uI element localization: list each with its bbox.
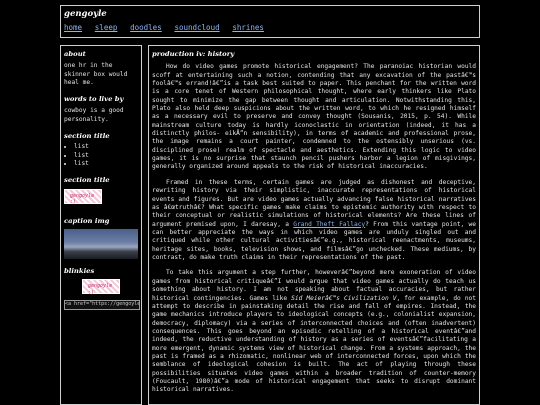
badge-label: gengoyle :) bbox=[70, 192, 95, 206]
section-heading-2: section title bbox=[64, 176, 110, 185]
caption-heading: caption img bbox=[64, 216, 110, 225]
nav-link-home[interactable]: home bbox=[64, 23, 82, 32]
paragraph-2: Framed in these terms, certain games are… bbox=[152, 179, 476, 263]
list-item: list bbox=[74, 152, 138, 160]
words-text: cowboy is a good personality. bbox=[64, 107, 124, 123]
about-heading: about bbox=[64, 50, 86, 58]
paragraph-1: How do video games promote historical en… bbox=[152, 63, 476, 171]
paragraph-3: To take this argument a step further, ho… bbox=[152, 269, 476, 394]
section-heading-1: section title bbox=[64, 132, 110, 141]
sidebar: about one hr in the skinner box would he… bbox=[60, 45, 142, 405]
game-title-italic: Sid Meierâ€™s Civilization V bbox=[291, 294, 397, 302]
nav-link-doodles[interactable]: doodles bbox=[130, 23, 162, 32]
site-title: gengoyle bbox=[64, 9, 107, 19]
main-content: production iv: history How do video game… bbox=[148, 45, 480, 405]
sidebar-list: list list list bbox=[64, 143, 138, 168]
list-item: list bbox=[74, 143, 138, 151]
site-badge[interactable]: gengoyle :) bbox=[64, 188, 102, 206]
post-title: production iv: history bbox=[152, 50, 235, 58]
list-item: list bbox=[74, 160, 138, 168]
grand-theft-fallacy-link[interactable]: Grand Theft Fallacy bbox=[293, 221, 365, 228]
blinkie-image[interactable]: gengoyle :) bbox=[82, 279, 120, 297]
caption-image bbox=[64, 229, 138, 260]
main-nav: home sleep doodles soundcloud shrines bbox=[64, 23, 476, 33]
nav-link-shrines[interactable]: shrines bbox=[232, 23, 264, 32]
nav-link-soundcloud[interactable]: soundcloud bbox=[174, 23, 219, 32]
about-text: one hr in the skinner box would heal me. bbox=[64, 62, 128, 86]
blinkies-heading: blinkies bbox=[64, 267, 95, 276]
words-heading: words to live by bbox=[64, 95, 124, 104]
paragraph-3-text-b: , for example, do not attempt to describ… bbox=[152, 294, 476, 394]
blinkie-label: gengoyle :) bbox=[88, 283, 113, 297]
site-header: gengoyle home sleep doodles soundcloud s… bbox=[60, 5, 480, 38]
embed-code-field[interactable]: <a href="https://gengoyle... bbox=[64, 299, 140, 310]
nav-link-sleep[interactable]: sleep bbox=[95, 23, 118, 32]
